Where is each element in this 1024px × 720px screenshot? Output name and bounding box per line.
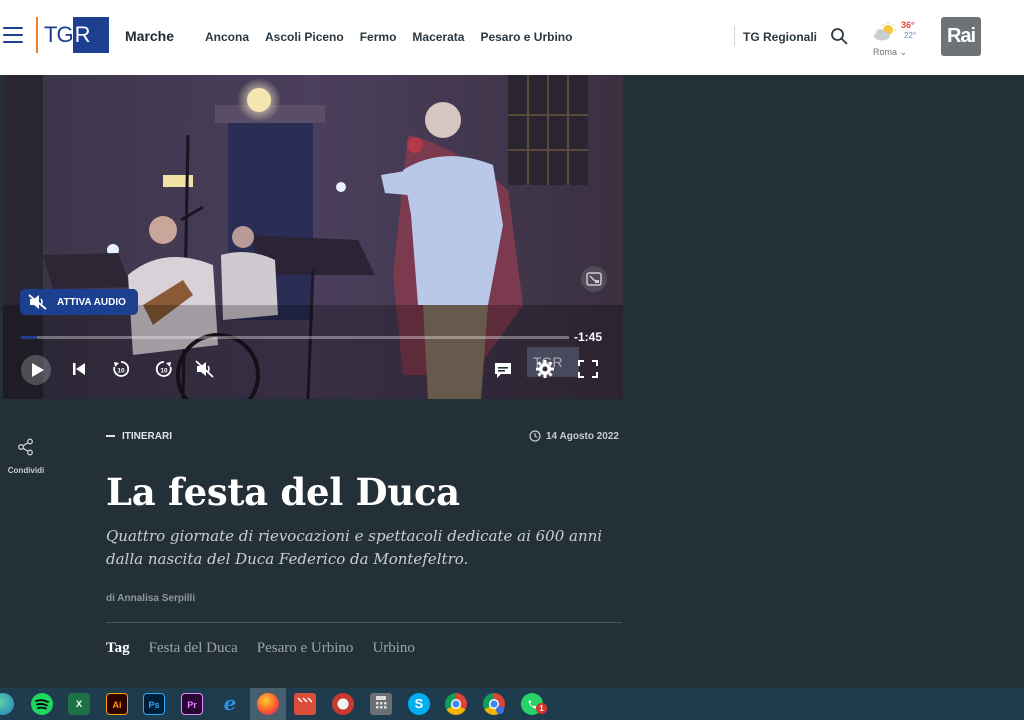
chevron-down-icon: ⌄ xyxy=(899,47,908,57)
subtitles-icon[interactable] xyxy=(493,361,513,379)
share-icon xyxy=(18,438,33,456)
tg-regionali-link[interactable]: TG Regionali xyxy=(743,30,817,44)
nav-link-ancona[interactable]: Ancona xyxy=(205,30,249,44)
muted-speaker-icon xyxy=(28,294,47,310)
article-subtitle: Quattro giornate di rievocazioni e spett… xyxy=(106,527,603,568)
photoshop-icon[interactable]: Ps xyxy=(143,693,165,715)
partly-cloudy-icon xyxy=(874,22,896,41)
tag-list: Tag Festa del Duca Pesaro e Urbino Urbin… xyxy=(106,640,434,657)
svg-text:10: 10 xyxy=(160,368,168,375)
mute-icon[interactable] xyxy=(195,360,215,378)
nav-link-pesaro-urbino[interactable]: Pesaro e Urbino xyxy=(480,30,572,44)
nav-link-ascoli-piceno[interactable]: Ascoli Piceno xyxy=(265,30,344,44)
province-nav: Ancona Ascoli Piceno Fermo Macerata Pesa… xyxy=(205,30,588,44)
skype-icon[interactable]: S xyxy=(408,693,430,715)
skip-previous-icon[interactable] xyxy=(70,360,88,378)
excel-icon[interactable]: X xyxy=(68,693,90,715)
edge-icon[interactable] xyxy=(0,693,14,715)
region-title[interactable]: Marche xyxy=(125,28,174,44)
menu-icon[interactable] xyxy=(3,27,23,43)
calculator-icon[interactable] xyxy=(370,693,392,715)
nav-link-macerata[interactable]: Macerata xyxy=(412,30,464,44)
chrome-icon[interactable] xyxy=(445,693,467,715)
chrome-alt-icon[interactable] xyxy=(483,693,505,715)
whatsapp-badge: 1 xyxy=(536,703,547,714)
firefox-icon[interactable] xyxy=(257,693,279,715)
windows-taskbar: X Ai Ps Pr e S 1 xyxy=(0,688,1024,720)
publish-date: 14 Agosto 2022 xyxy=(529,430,619,442)
video-player[interactable]: ATTIVA AUDIO -1:45 10 10 TGR xyxy=(3,75,623,399)
tag-label: Tag xyxy=(106,640,130,656)
logo-tg-text: TG xyxy=(44,22,74,47)
spotify-icon[interactable] xyxy=(31,693,53,715)
forward-10-icon[interactable]: 10 xyxy=(154,359,174,379)
rocket-icon[interactable] xyxy=(332,693,354,715)
category-link[interactable]: ITINERARI xyxy=(106,431,172,442)
share-label: Condividi xyxy=(7,466,45,475)
article-title: La festa del Duca xyxy=(106,470,460,514)
logo-accent-bar xyxy=(36,17,38,53)
play-icon xyxy=(32,363,44,377)
tag-pesaro-e-urbino[interactable]: Pesaro e Urbino xyxy=(257,640,354,657)
logo-r-text: R xyxy=(72,17,109,53)
clock-icon xyxy=(529,430,541,442)
share-button[interactable]: Condividi xyxy=(6,438,46,475)
internet-explorer-icon[interactable]: e xyxy=(219,693,241,715)
picture-in-picture-icon[interactable] xyxy=(581,266,607,292)
illustrator-icon[interactable]: Ai xyxy=(106,693,128,715)
play-button[interactable] xyxy=(21,355,51,385)
tag-urbino[interactable]: Urbino xyxy=(372,640,415,657)
temp-max: 36° xyxy=(901,20,915,30)
site-header: TG R Marche Ancona Ascoli Piceno Fermo M… xyxy=(0,0,1024,75)
search-icon[interactable] xyxy=(830,27,848,45)
weather-city-select[interactable]: Roma ⌄ xyxy=(873,47,907,58)
clapperboard-icon[interactable] xyxy=(294,693,316,715)
tgr-logo[interactable]: TG R xyxy=(42,17,109,53)
time-remaining: -1:45 xyxy=(574,330,603,344)
enable-audio-button[interactable]: ATTIVA AUDIO xyxy=(20,289,138,315)
article-author: di Annalisa Serpilli xyxy=(106,593,196,604)
progress-fill xyxy=(21,336,38,339)
whatsapp-icon[interactable]: 1 xyxy=(521,693,547,715)
settings-icon[interactable] xyxy=(535,359,555,379)
fullscreen-icon[interactable] xyxy=(578,360,598,378)
progress-bar[interactable] xyxy=(21,336,569,339)
temp-min: 22° xyxy=(904,31,917,40)
publish-date-text: 14 Agosto 2022 xyxy=(546,430,619,442)
nav-link-fermo[interactable]: Fermo xyxy=(360,30,397,44)
enable-audio-label: ATTIVA AUDIO xyxy=(57,296,126,308)
rai-logo[interactable]: Rai xyxy=(941,17,981,56)
weather-city-label: Roma xyxy=(873,47,898,57)
tag-festa-del-duca[interactable]: Festa del Duca xyxy=(149,640,238,657)
header-divider xyxy=(734,26,735,46)
tags-divider xyxy=(106,622,622,623)
rewind-10-icon[interactable]: 10 xyxy=(111,359,131,379)
svg-text:10: 10 xyxy=(117,368,125,375)
premiere-icon[interactable]: Pr xyxy=(181,693,203,715)
